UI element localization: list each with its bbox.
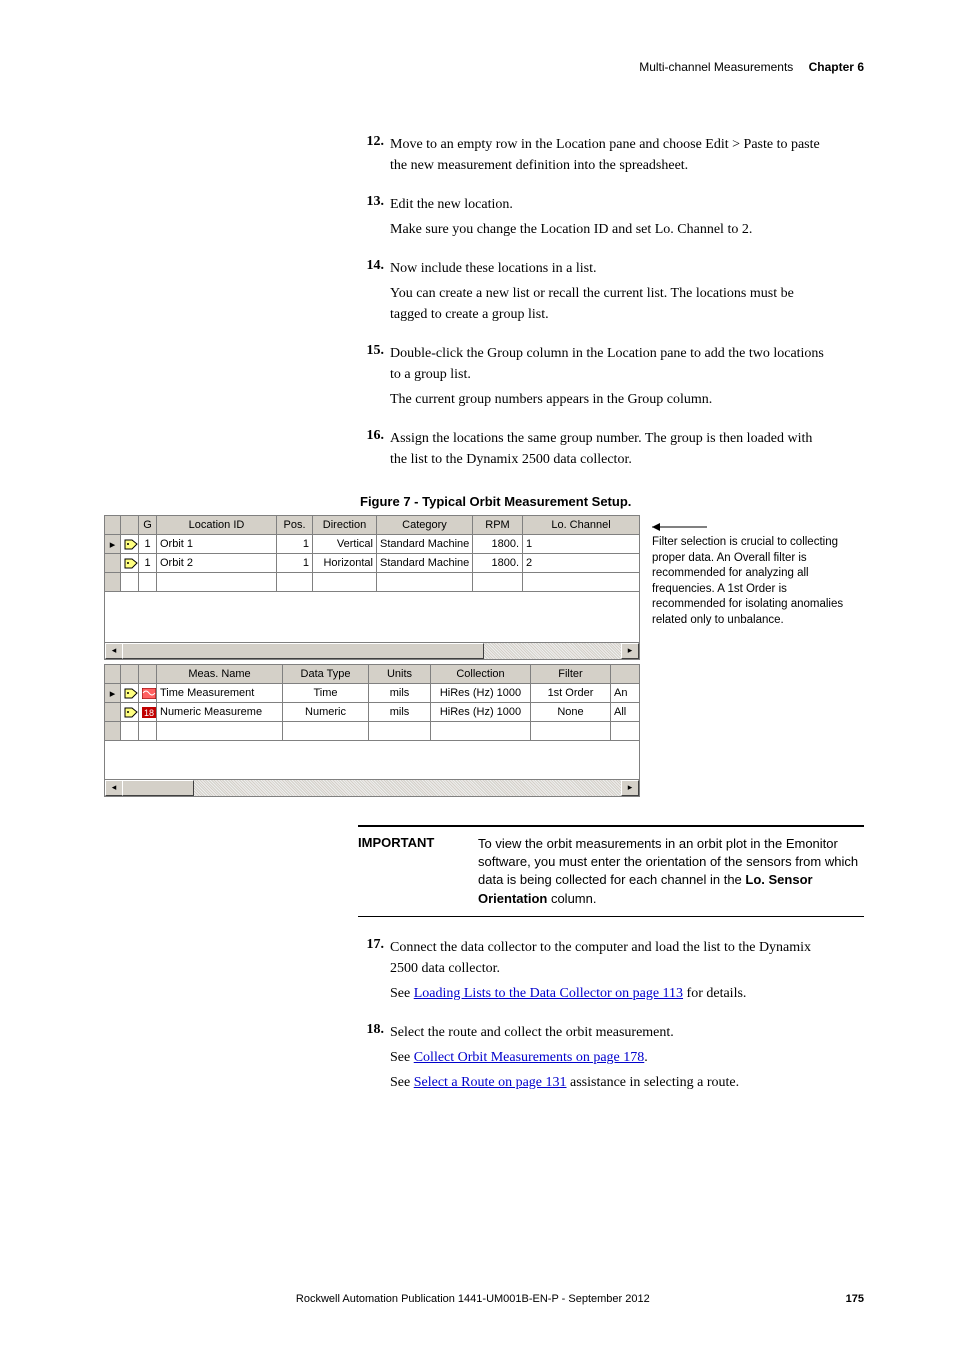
cross-ref-link[interactable]: Loading Lists to the Data Collector on p… [414, 986, 683, 1001]
svg-text:18: 18 [144, 708, 154, 718]
important-text: To view the orbit measurements in an orb… [478, 835, 864, 908]
column-header [139, 665, 157, 684]
column-header: Direction [313, 516, 377, 535]
step-text: Now include these locations in a list.Yo… [390, 258, 830, 325]
chapter-label: Chapter 6 [809, 60, 864, 74]
side-note: Filter selection is crucial to collectin… [652, 521, 852, 628]
step-detail: The current group numbers appears in the… [390, 389, 830, 410]
column-header [105, 665, 121, 684]
wave-icon [142, 688, 156, 699]
step-text: Double-click the Group column in the Loc… [390, 343, 830, 410]
column-header [105, 516, 121, 535]
column-header: Filter [531, 665, 611, 684]
page-number: 175 [846, 1293, 864, 1305]
column-header: Location ID [157, 516, 277, 535]
step-detail: See Collect Orbit Measurements on page 1… [390, 1047, 830, 1068]
step-text: Move to an empty row in the Location pan… [390, 134, 830, 176]
column-header [611, 665, 640, 684]
section-title: Multi-channel Measurements [639, 60, 793, 74]
tag-icon [124, 688, 138, 699]
publication-info: Rockwell Automation Publication 1441-UM0… [296, 1293, 650, 1305]
figure-screenshot: GLocation IDPos.DirectionCategoryRPMLo. … [104, 515, 640, 797]
step-detail: See Loading Lists to the Data Collector … [390, 983, 830, 1004]
step-number: 15. [360, 343, 384, 359]
important-label: IMPORTANT [358, 835, 478, 908]
scroll-thumb[interactable] [122, 643, 484, 659]
measurement-table: Meas. NameData TypeUnitsCollectionFilter… [104, 664, 640, 741]
table-row[interactable]: 18Numeric MeasuremeNumericmilsHiRes (Hz)… [105, 703, 640, 722]
step-text: Assign the locations the same group numb… [390, 428, 830, 470]
step-detail: You can create a new list or recall the … [390, 283, 830, 325]
location-table: GLocation IDPos.DirectionCategoryRPMLo. … [104, 515, 640, 592]
horizontal-scrollbar-2[interactable]: ◂ ▸ [104, 779, 640, 797]
scroll-left-button[interactable]: ◂ [105, 780, 123, 796]
step-number: 17. [360, 937, 384, 953]
numeric-icon: 18 [142, 707, 156, 718]
column-header: Collection [431, 665, 531, 684]
column-header: Pos. [277, 516, 313, 535]
horizontal-scrollbar[interactable]: ◂ ▸ [104, 642, 640, 660]
callout-arrow-icon [652, 521, 712, 533]
column-header [121, 665, 139, 684]
figure-caption: Figure 7 - Typical Orbit Measurement Set… [360, 494, 864, 509]
step-detail: Make sure you change the Location ID and… [390, 219, 830, 240]
column-header: Units [369, 665, 431, 684]
scroll-right-button[interactable]: ▸ [621, 643, 639, 659]
table-row[interactable]: ▸1Orbit 11VerticalStandard Machine1800.1 [105, 535, 640, 554]
column-header: Lo. Channel [523, 516, 640, 535]
step-number: 12. [360, 134, 384, 150]
step-text: Edit the new location.Make sure you chan… [390, 194, 830, 240]
table-row[interactable]: ▸Time MeasurementTimemilsHiRes (Hz) 1000… [105, 684, 640, 703]
column-header [121, 516, 139, 535]
column-header: G [139, 516, 157, 535]
page-header: Multi-channel Measurements Chapter 6 [100, 60, 864, 74]
step-detail: See Select a Route on page 131 assistanc… [390, 1072, 830, 1093]
scroll-thumb[interactable] [122, 780, 194, 796]
scroll-right-button[interactable]: ▸ [621, 780, 639, 796]
step-number: 18. [360, 1022, 384, 1038]
step-text: Connect the data collector to the comput… [390, 937, 830, 1004]
cross-ref-link[interactable]: Collect Orbit Measurements on page 178 [414, 1050, 645, 1065]
scroll-left-button[interactable]: ◂ [105, 643, 123, 659]
cross-ref-link[interactable]: Select a Route on page 131 [414, 1075, 567, 1090]
step-text: Select the route and collect the orbit m… [390, 1022, 830, 1093]
column-header: Category [377, 516, 473, 535]
table-row[interactable]: 1Orbit 21HorizontalStandard Machine1800.… [105, 554, 640, 573]
step-number: 13. [360, 194, 384, 210]
step-number: 16. [360, 428, 384, 444]
important-callout: IMPORTANT To view the orbit measurements… [358, 825, 864, 917]
column-header: RPM [473, 516, 523, 535]
step-number: 14. [360, 258, 384, 274]
column-header: Meas. Name [157, 665, 283, 684]
tag-icon [124, 558, 138, 569]
column-header: Data Type [283, 665, 369, 684]
tag-icon [124, 539, 138, 550]
page-footer: Rockwell Automation Publication 1441-UM0… [100, 1293, 864, 1305]
tag-icon [124, 707, 138, 718]
